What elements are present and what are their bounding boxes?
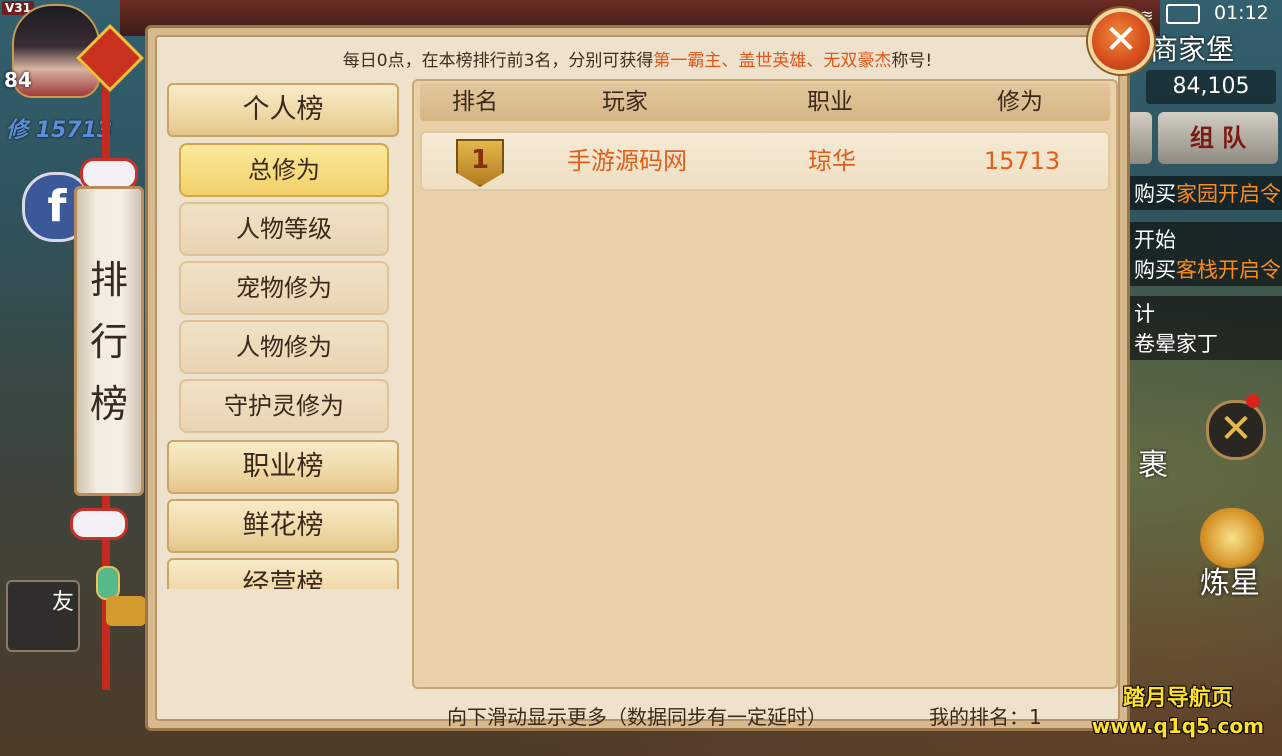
header-rank: 排名	[452, 89, 498, 115]
banner-prefix: 每日0点，在本榜排行前3名，分别可获得	[342, 51, 654, 71]
table-row[interactable]: 1 手游源码网 琼华 15713	[420, 131, 1110, 191]
category-list[interactable]: 个人榜 总修为 人物等级 宠物修为 人物修为 守护灵修为 职业榜 鲜花榜 经营榜	[167, 79, 407, 589]
chat-icon[interactable]	[106, 596, 146, 626]
close-icon[interactable]: ✕	[1088, 8, 1154, 74]
notice-text: 开始	[1134, 228, 1176, 252]
rank-number: 1	[470, 145, 490, 175]
refine-star-label[interactable]: 炼星	[1200, 558, 1260, 602]
ranking-panel: 每日0点，在本榜排行前3名，分别可获得第一霸主、盖世英雄、无双豪杰称号! 个人榜…	[145, 25, 1130, 731]
bag-button[interactable]: 裹	[1138, 440, 1168, 484]
notice-item[interactable]: 购买家园开启令	[1130, 176, 1282, 210]
subcategory-pet-cultivation[interactable]: 宠物修为	[179, 261, 389, 315]
notice-text: 卷晕家丁	[1134, 332, 1218, 356]
reward-banner: 每日0点，在本榜排行前3名，分别可获得第一霸主、盖世英雄、无双豪杰称号!	[157, 46, 1118, 71]
category-personal[interactable]: 个人榜	[167, 83, 399, 137]
category-profession[interactable]: 职业榜	[167, 440, 399, 494]
subcategory-character-cultivation[interactable]: 人物修为	[179, 320, 389, 374]
friends-button[interactable]: 友	[6, 580, 80, 652]
scroll-hint: 向下滑动显示更多（数据同步有一定延时）	[447, 705, 827, 729]
watermark-line: 踏月导航页	[1122, 686, 1233, 711]
location-name: 商家堡	[1150, 33, 1235, 66]
clock: 01:12	[1214, 2, 1269, 24]
subcategory-guardian-cultivation[interactable]: 守护灵修为	[179, 379, 389, 433]
category-flowers[interactable]: 鲜花榜	[167, 499, 399, 553]
notice-item[interactable]: 计 卷晕家丁	[1130, 296, 1282, 360]
table-header: 排名 玩家 职业 修为	[420, 83, 1110, 121]
rank-medal-icon: 1	[456, 139, 504, 187]
header-profession: 职业	[807, 89, 853, 115]
notice-item[interactable]: 开始 购买客栈开启令	[1130, 222, 1282, 286]
player-name-cell[interactable]: 手游源码网	[537, 133, 717, 189]
scroll-title: 排行榜	[89, 258, 128, 426]
ranking-scroll-banner: 排行榜	[74, 186, 144, 496]
player-level: 84	[4, 68, 32, 92]
notice-highlight: 家园开启令	[1176, 182, 1281, 206]
team-button[interactable]: 组 队	[1158, 112, 1278, 164]
notice-text: 购买	[1134, 258, 1176, 282]
ranking-panel-inner: 每日0点，在本榜排行前3名，分别可获得第一霸主、盖世英雄、无双豪杰称号! 个人榜…	[155, 35, 1120, 729]
notification-dot	[1246, 394, 1260, 408]
header-player: 玩家	[602, 89, 648, 115]
subcategory-total-cultivation[interactable]: 总修为	[179, 143, 389, 197]
jade-pendant-icon	[96, 566, 120, 600]
profession-cell: 琼华	[808, 147, 856, 175]
notice-highlight: 客栈开启令	[1176, 258, 1281, 282]
friends-label: 友	[51, 590, 74, 615]
player-cultivation: 修 15713	[6, 118, 113, 143]
header-cultivation: 修为	[997, 89, 1043, 115]
battery-icon	[1166, 4, 1200, 24]
banner-suffix: 称号!	[891, 51, 933, 71]
notice-text: 计	[1134, 302, 1155, 326]
money-counter: 84,105	[1146, 70, 1276, 104]
ranking-table[interactable]: 排名 玩家 职业 修为 1 手游源码网 琼华 15713	[412, 79, 1118, 689]
cultivation-cell: 15713	[983, 147, 1061, 175]
banner-titles: 第一霸主、盖世英雄、无双豪杰	[653, 51, 892, 71]
hud-close-icon[interactable]: ✕	[1206, 400, 1266, 460]
cloud-ornament-icon	[70, 508, 128, 540]
watermark-line: www.q1q5.com	[1091, 714, 1264, 738]
category-business[interactable]: 经营榜	[167, 558, 399, 589]
subcategory-character-level[interactable]: 人物等级	[179, 202, 389, 256]
notice-text: 购买	[1134, 182, 1176, 206]
my-rank: 我的排名：1	[929, 705, 1042, 729]
watermark: 踏月导航页 www.q1q5.com	[1092, 680, 1264, 738]
